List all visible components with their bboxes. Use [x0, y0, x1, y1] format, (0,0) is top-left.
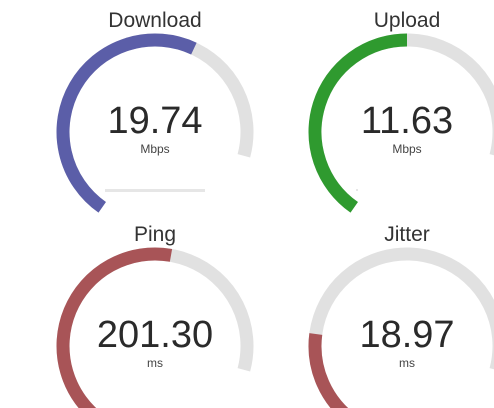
ping-value: 201.30 — [96, 314, 214, 356]
download-unit: Mbps — [140, 142, 170, 156]
jitter-title: Jitter — [384, 223, 430, 246]
upload-value: 11.63 — [360, 100, 454, 142]
upload-unit: Mbps — [392, 142, 422, 156]
divider-dot — [356, 189, 358, 191]
ping-unit: ms — [147, 356, 163, 370]
ping-title: Ping — [133, 223, 177, 246]
jitter-gauge: Jitter 18.97 ms — [302, 218, 494, 408]
jitter-unit: ms — [399, 356, 415, 370]
download-title: Download — [108, 9, 202, 32]
jitter-value: 18.97 — [359, 314, 455, 356]
download-gauge: Download 19.74 Mbps — [50, 4, 260, 213]
upload-title: Upload — [373, 9, 441, 32]
download-value: 19.74 — [107, 100, 203, 142]
upload-gauge: Upload 11.63 Mbps — [302, 4, 494, 213]
divider-line — [105, 189, 205, 192]
ping-gauge: Ping 201.30 ms — [50, 218, 260, 408]
